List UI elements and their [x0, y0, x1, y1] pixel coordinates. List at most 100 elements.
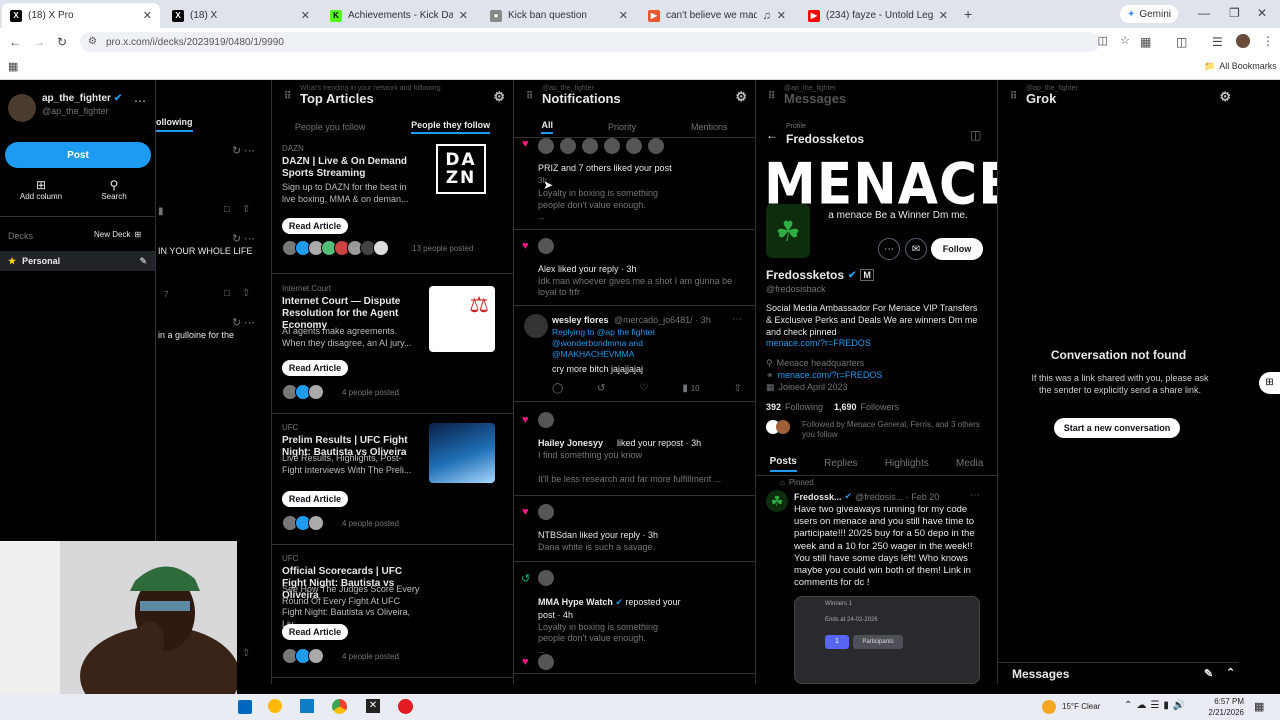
- start-new-conversation-button[interactable]: Start a new conversation: [1054, 418, 1180, 438]
- repost-icon[interactable]: ↺: [597, 383, 605, 394]
- app-icon[interactable]: [238, 700, 252, 714]
- profile-avatar[interactable]: ☘: [766, 204, 810, 258]
- avatar[interactable]: [538, 570, 554, 586]
- tab-highlights[interactable]: Highlights: [885, 458, 929, 469]
- search-button[interactable]: ⚲ Search: [94, 178, 134, 201]
- close-tab-icon[interactable]: ✕: [777, 9, 786, 22]
- avatar[interactable]: [538, 238, 554, 254]
- followers-stat[interactable]: 1,690 Followers: [834, 402, 899, 412]
- deck-item-personal[interactable]: ★ Personal ✎: [0, 251, 155, 271]
- all-bookmarks[interactable]: 📁 All Bookmarks: [1204, 61, 1277, 72]
- restore-icon[interactable]: ❐: [1229, 6, 1240, 20]
- capcut-icon[interactable]: ✕: [366, 699, 380, 713]
- more-icon[interactable]: ⋯: [244, 232, 255, 245]
- obs-icon[interactable]: [398, 699, 413, 714]
- minimize-icon[interactable]: —: [1198, 6, 1210, 20]
- article-card[interactable]: UFC Official Scorecards | UFC Fight Nigh…: [272, 548, 513, 678]
- notification-item[interactable]: ♥ Alex liked your reply · 3h Idk man who…: [514, 230, 755, 306]
- expand-icon[interactable]: ⌃: [1226, 666, 1235, 679]
- article-title[interactable]: DAZN | Live & On Demand Sports Streaming: [282, 156, 420, 180]
- close-tab-icon[interactable]: ✕: [939, 9, 948, 22]
- close-tab-icon[interactable]: ✕: [143, 9, 152, 22]
- close-tab-icon[interactable]: ✕: [459, 9, 468, 22]
- avatar[interactable]: [308, 515, 324, 531]
- post-media[interactable]: Winners 1 Ends at 24-02-2026 1 Participa…: [794, 596, 980, 684]
- tab-following[interactable]: ollowing: [156, 117, 193, 132]
- avatar[interactable]: [538, 504, 554, 520]
- drag-handle-icon[interactable]: ⠿: [284, 91, 291, 102]
- settings-icon[interactable]: ⚙: [735, 89, 747, 105]
- tab-mentions[interactable]: Mentions: [691, 122, 728, 132]
- drag-handle-icon[interactable]: ⠿: [1010, 91, 1017, 102]
- close-tab-icon[interactable]: ✕: [619, 9, 628, 22]
- read-article-button[interactable]: Read Article: [282, 491, 348, 507]
- tab-people-they-follow[interactable]: People they follow: [411, 120, 491, 134]
- apps-grid-icon[interactable]: ▦: [8, 60, 18, 73]
- read-article-button[interactable]: Read Article: [282, 218, 348, 234]
- read-article-button[interactable]: Read Article: [282, 360, 348, 376]
- share-icon[interactable]: ⇧: [734, 383, 742, 394]
- article-card[interactable]: Internet Court Internet Court — Dispute …: [272, 278, 513, 414]
- avatar[interactable]: ☘: [766, 490, 788, 512]
- tab-x-pro[interactable]: X (18) X Pro ✕: [2, 3, 160, 28]
- close-tab-icon[interactable]: ✕: [301, 9, 310, 22]
- app-icon[interactable]: [268, 699, 282, 713]
- reload-icon[interactable]: ↻: [57, 35, 67, 49]
- tab-replies[interactable]: Replies: [824, 458, 857, 469]
- site-info-icon[interactable]: ⚙: [88, 36, 97, 47]
- tab-all[interactable]: All: [541, 120, 553, 134]
- share-icon[interactable]: ⇧: [242, 288, 250, 299]
- share-icon[interactable]: ⇧: [242, 204, 250, 215]
- account-menu-icon[interactable]: ⋯: [134, 94, 146, 108]
- bookmark-star-icon[interactable]: ☆: [1120, 34, 1130, 47]
- bookmark-icon[interactable]: □: [224, 204, 230, 215]
- tab-video[interactable]: ▶ can't believe we made 1... ♫ ✕: [640, 3, 794, 28]
- profile-avatar[interactable]: [1236, 34, 1250, 48]
- url-field[interactable]: ⚙ pro.x.com/i/decks/2023919/0480/1/9990 …: [80, 32, 1130, 52]
- tab-kick-dashboard[interactable]: K Achievements - Kick Dashboard ✕: [322, 3, 476, 28]
- tab-people-you-follow[interactable]: People you follow: [295, 122, 366, 132]
- more-icon[interactable]: ⋯: [244, 144, 255, 157]
- avatar[interactable]: [538, 412, 554, 428]
- article-thumbnail[interactable]: ⚖: [429, 286, 495, 352]
- avatar[interactable]: [538, 654, 554, 670]
- read-article-button[interactable]: Read Article: [282, 624, 348, 640]
- bio-link[interactable]: menace.com/?r=FREDOS: [766, 338, 871, 348]
- tab-youtube[interactable]: ▶ (234) fayze - Untold Legacy (O... ✕: [800, 3, 956, 28]
- settings-icon[interactable]: ⚙: [493, 89, 505, 105]
- avatar[interactable]: [308, 384, 324, 400]
- more-icon[interactable]: ⋯: [732, 314, 742, 325]
- cast-icon[interactable]: ◫: [1098, 34, 1108, 47]
- reply-icon[interactable]: ◯: [552, 383, 563, 394]
- tab-priority[interactable]: Priority: [608, 122, 636, 132]
- tab-x[interactable]: X (18) X ✕: [164, 3, 318, 28]
- refresh-icon[interactable]: ↻: [232, 144, 241, 157]
- back-arrow-icon[interactable]: ←: [766, 128, 778, 142]
- avatar[interactable]: [524, 314, 548, 338]
- new-deck-button[interactable]: New Deck ⊞: [94, 230, 141, 239]
- following-stat[interactable]: 392 Following: [766, 402, 823, 412]
- drag-handle-icon[interactable]: ⠿: [768, 91, 775, 102]
- app-icon[interactable]: [300, 699, 314, 713]
- gemini-button[interactable]: ✦ Gemini: [1120, 5, 1178, 23]
- avatar[interactable]: [308, 648, 324, 664]
- more-options-icon[interactable]: ⋯: [878, 238, 900, 260]
- refresh-icon[interactable]: ↻: [232, 316, 241, 329]
- reply-item[interactable]: wesley flores @mercado_jo6481/ · 3h ⋯ Re…: [514, 306, 755, 402]
- tab-media[interactable]: Media: [956, 458, 983, 469]
- compose-message-icon[interactable]: ✎: [1204, 667, 1213, 680]
- mute-tab-icon[interactable]: ♫: [763, 10, 771, 22]
- views-icon[interactable]: ▮: [158, 206, 164, 217]
- avatar[interactable]: [8, 94, 36, 122]
- article-card[interactable]: DAZN DAZN | Live & On Demand Sports Stre…: [272, 138, 513, 274]
- notification-item[interactable]: ↺ MMA Hype Watch ✔ reposted your post · …: [514, 562, 755, 674]
- avatar[interactable]: [373, 240, 389, 256]
- media-controls-icon[interactable]: ☰: [1212, 35, 1223, 49]
- tray-icons[interactable]: ⌃☁☰▮🔊: [1124, 700, 1189, 711]
- more-icon[interactable]: ⋯: [244, 316, 255, 329]
- menu-dots-icon[interactable]: ⋮: [1262, 34, 1274, 48]
- notification-item[interactable]: ♥ NTBSdan liked your reply · 3h Dana whi…: [514, 496, 755, 562]
- article-card[interactable]: UFC Prelim Results | UFC Fight Night: Ba…: [272, 417, 513, 545]
- tab-posts[interactable]: Posts: [769, 456, 797, 472]
- drag-handle-icon[interactable]: ⠿: [526, 91, 533, 102]
